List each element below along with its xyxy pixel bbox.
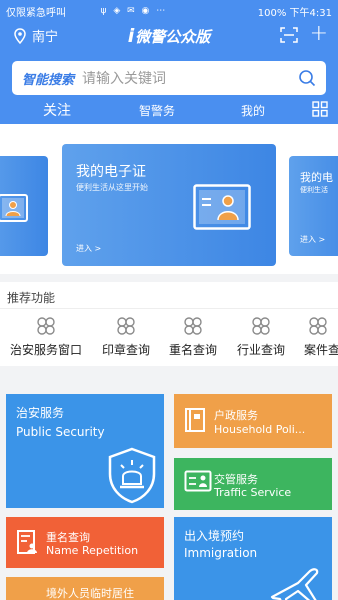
tile-name-repetition[interactable]: 重名查询 Name Repetition xyxy=(6,517,164,568)
status-icons: ψ ◈ ✉ ◉ ⋯ xyxy=(100,6,168,16)
tile-subtitle: Public Security xyxy=(16,425,105,439)
top-bar: 南宁 i微警公众版 + xyxy=(0,22,338,50)
tile-title: 交管服务 xyxy=(214,473,258,486)
search-input[interactable]: 请输入关键词 xyxy=(82,68,298,88)
tile-title: 治安服务 xyxy=(16,406,65,420)
status-bar: 仅限紧急呼叫 ψ ◈ ✉ ◉ ⋯ 100% 下午4:31 xyxy=(0,0,338,22)
banner-card-next[interactable]: 我的电 便利生活 进入 > xyxy=(289,156,338,256)
tile-household[interactable]: 户政服务 Household Poli... xyxy=(174,394,332,448)
add-icon[interactable]: + xyxy=(310,23,328,45)
banner-carousel[interactable]: 我的电子证 便利生活从这里开始 进入 > 我的电 便利生活 进入 > xyxy=(0,124,338,274)
tile-foreigner-temporary-residence[interactable]: 境外人员临时居住 xyxy=(6,577,164,600)
household-book-icon xyxy=(185,408,205,432)
tile-public-security[interactable]: 治安服务 Public Security xyxy=(6,394,164,508)
tab-follow[interactable]: 关注 xyxy=(18,100,96,127)
clover-icon xyxy=(117,317,135,335)
status-carrier-text: 仅限紧急呼叫 xyxy=(6,7,66,19)
tile-subtitle: Name Repetition xyxy=(46,544,139,557)
tile-title: 户政服务 xyxy=(214,409,258,422)
id-card-icon xyxy=(184,470,212,492)
section-title: 推荐功能 xyxy=(7,291,56,305)
search-icon[interactable] xyxy=(298,69,316,87)
document-person-icon xyxy=(17,530,37,554)
status-time: 下午4:31 xyxy=(289,7,333,19)
function-public-security-window[interactable]: 治安服务窗口 xyxy=(6,316,86,358)
tile-title: 出入境预约 xyxy=(184,529,245,543)
divider xyxy=(0,308,338,309)
header: 南宁 i微警公众版 + 智能搜索 请输入关键词 关注 智警务 我的 xyxy=(0,22,338,127)
id-card-icon xyxy=(193,184,251,230)
search-brand-label: 智能搜索 xyxy=(22,72,75,88)
clover-icon xyxy=(309,317,327,335)
police-light-shield-icon xyxy=(108,447,156,504)
tile-subtitle: Household Poli... xyxy=(214,423,306,436)
grid-menu-icon[interactable] xyxy=(312,101,328,117)
recommended-functions: 推荐功能 治安服务窗口 印章查询 重名查询 行业查询 案件查 xyxy=(0,282,338,366)
tab-smart-police[interactable]: 智警务 xyxy=(124,102,190,119)
clover-icon xyxy=(184,317,202,335)
tab-bar: 关注 智警务 我的 xyxy=(0,100,338,127)
banner-enter-link[interactable]: 进入 > xyxy=(300,234,325,245)
search-bar[interactable]: 智能搜索 请输入关键词 xyxy=(12,61,326,95)
banner-enter-link[interactable]: 进入 > xyxy=(76,243,101,254)
tile-title: 境外人员临时居住 xyxy=(46,587,134,600)
function-label: 治安服务窗口 xyxy=(9,343,82,357)
status-battery: 100% 下午4:31 xyxy=(257,7,333,19)
tab-mine[interactable]: 我的 xyxy=(226,102,280,119)
scan-icon[interactable] xyxy=(280,27,298,43)
tile-subtitle: Immigration xyxy=(184,546,258,560)
function-case-query[interactable]: 案件查 xyxy=(288,316,338,358)
function-label: 案件查 xyxy=(304,343,338,357)
banner-title: 我的电子证 xyxy=(76,164,146,180)
banner-card-previous[interactable] xyxy=(0,156,48,256)
tile-immigration[interactable]: 出入境预约 Immigration xyxy=(174,517,332,600)
tile-title: 重名查询 xyxy=(46,531,90,544)
tile-traffic[interactable]: 交管服务 Traffic Service xyxy=(174,458,332,510)
banner-subtitle: 便利生活从这里开始 xyxy=(76,183,148,192)
clover-icon xyxy=(37,317,55,335)
airplane-icon xyxy=(270,568,319,600)
banner-title: 我的电 xyxy=(300,171,333,184)
banner-card-e-certificate[interactable]: 我的电子证 便利生活从这里开始 进入 > xyxy=(62,144,276,266)
tile-subtitle: Traffic Service xyxy=(214,486,292,499)
id-card-icon xyxy=(0,194,28,222)
clover-icon xyxy=(252,317,270,335)
banner-subtitle: 便利生活 xyxy=(300,186,328,194)
